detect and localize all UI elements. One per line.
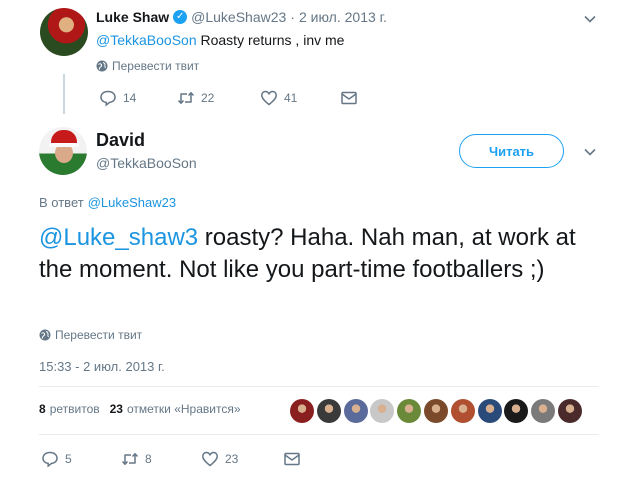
- parent-like-count: 41: [284, 91, 298, 105]
- liker-avatar[interactable]: [290, 399, 314, 423]
- main-reply-count: 5: [65, 452, 72, 466]
- reply-icon: [42, 451, 58, 468]
- main-reply-action[interactable]: 5: [41, 450, 121, 468]
- main-tweet-text: @Luke_shaw3 roasty? Haha. Nah man, at wo…: [39, 222, 609, 286]
- heart-icon: [202, 451, 218, 467]
- main-translate-link[interactable]: Перевести твит: [39, 328, 142, 342]
- liker-avatar[interactable]: [343, 399, 368, 423]
- main-translate-label: Перевести твит: [55, 328, 143, 342]
- parent-translate-label: Перевести твит: [112, 59, 200, 73]
- parent-tweet: Luke Shaw ✓ @LukeShaw23 · 2 июл. 2013 г.…: [0, 0, 636, 120]
- thread-connector: [63, 74, 65, 114]
- main-mention-link[interactable]: @Luke_shaw3: [39, 224, 198, 251]
- reply-prefix: В ответ: [39, 195, 84, 210]
- heart-icon: [261, 90, 277, 106]
- main-actions-bar: 5 8 23: [41, 450, 307, 468]
- parent-tweet-text: @TekkaBooSon Roasty returns , inv me: [96, 31, 344, 49]
- liker-avatar[interactable]: [316, 399, 341, 423]
- parent-reply-count: 14: [123, 91, 137, 105]
- envelope-icon: [341, 91, 357, 105]
- retweet-icon: [121, 453, 139, 465]
- main-retweet-count: 8: [145, 452, 152, 466]
- globe-icon: [39, 329, 51, 341]
- parent-retweet-action[interactable]: 22: [177, 89, 260, 107]
- reply-context: В ответ @LukeShaw23: [39, 195, 176, 210]
- parent-dm-action[interactable]: [340, 89, 364, 107]
- parent-retweet-count: 22: [201, 91, 215, 105]
- parent-translate-link[interactable]: Перевести твит: [96, 59, 199, 73]
- main-retweet-action[interactable]: 8: [121, 450, 201, 468]
- liker-avatar[interactable]: [477, 399, 502, 423]
- retweet-icon: [177, 92, 195, 104]
- liker-avatar[interactable]: [557, 399, 582, 423]
- envelope-icon: [284, 452, 300, 466]
- engagement-stats: 8 ретвитов 23 отметки «Нравится»: [39, 402, 251, 416]
- retweet-stat-count[interactable]: 8: [39, 402, 46, 416]
- parent-avatar[interactable]: [40, 8, 88, 56]
- parent-like-action[interactable]: 41: [260, 89, 340, 107]
- liker-avatar[interactable]: [531, 399, 556, 423]
- divider-top: [39, 386, 599, 387]
- reply-icon: [100, 90, 116, 107]
- parent-actions-bar: 14 22 41: [99, 89, 364, 107]
- liker-avatar[interactable]: [450, 399, 475, 423]
- parent-more-chevron-icon[interactable]: [583, 12, 597, 26]
- reply-to-link[interactable]: @LukeShaw23: [88, 195, 176, 210]
- parent-header: Luke Shaw ✓ @LukeShaw23 · 2 июл. 2013 г.: [96, 9, 387, 25]
- main-author-name[interactable]: David: [96, 130, 145, 151]
- main-dm-action[interactable]: [283, 450, 307, 468]
- main-author-handle[interactable]: @TekkaBooSon: [96, 155, 197, 171]
- main-like-action[interactable]: 23: [201, 450, 283, 468]
- avatar-hat-trim: [49, 143, 79, 147]
- liker-avatar[interactable]: [504, 399, 529, 423]
- liker-avatar[interactable]: [397, 399, 422, 423]
- main-more-chevron-icon[interactable]: [583, 145, 597, 159]
- like-stat-count[interactable]: 23: [110, 402, 123, 416]
- parent-tweet-body: Roasty returns , inv me: [196, 32, 345, 48]
- parent-author-handle[interactable]: @LukeShaw23: [191, 9, 286, 25]
- follow-button[interactable]: Читать: [459, 134, 564, 168]
- parent-mention-link[interactable]: @TekkaBooSon: [96, 32, 197, 48]
- parent-author-name[interactable]: Luke Shaw: [96, 9, 169, 25]
- liker-avatar[interactable]: [423, 399, 448, 423]
- main-like-count: 23: [225, 452, 239, 466]
- main-avatar[interactable]: [39, 127, 87, 175]
- like-stat-label[interactable]: отметки «Нравится»: [127, 402, 241, 416]
- verified-badge-icon: ✓: [173, 10, 188, 24]
- liker-avatar[interactable]: [370, 399, 395, 423]
- divider-bottom: [39, 434, 599, 435]
- globe-icon: [96, 60, 108, 72]
- liker-avatars: [290, 399, 585, 423]
- parent-reply-action[interactable]: 14: [99, 89, 177, 107]
- separator-dot: ·: [290, 9, 295, 25]
- main-timestamp[interactable]: 15:33 - 2 июл. 2013 г.: [39, 359, 165, 374]
- retweet-stat-label[interactable]: ретвитов: [50, 402, 100, 416]
- parent-date[interactable]: 2 июл. 2013 г.: [299, 9, 387, 25]
